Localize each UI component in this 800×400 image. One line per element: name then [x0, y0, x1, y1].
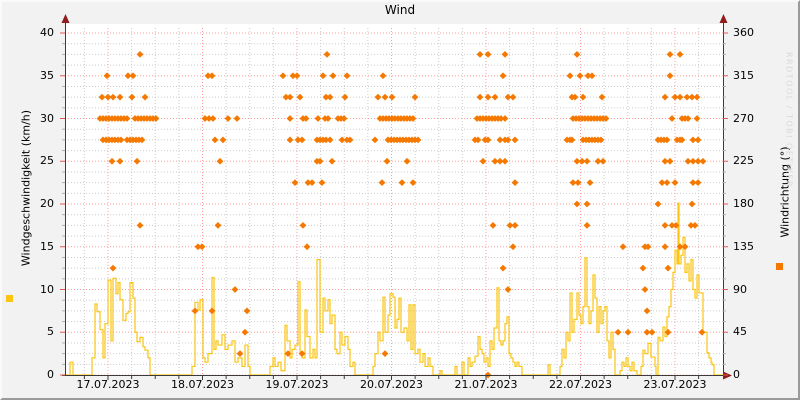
left-axis-tick-label: 40	[40, 26, 54, 39]
left-axis-tick-label: 15	[40, 239, 54, 253]
left-axis-tick-label: 35	[40, 68, 54, 82]
right-axis-tick-label: 180	[733, 197, 754, 210]
right-axis-tick-label: 135	[733, 239, 754, 253]
right-axis-tick-label: 360	[733, 26, 754, 39]
left-axis-tick-label: 30	[40, 111, 54, 125]
x-axis-date-label: 17.07.2023	[76, 378, 140, 391]
x-axis-date-label: 18.07.2023	[171, 378, 234, 391]
left-axis-tick-label: 25	[40, 154, 54, 168]
x-axis-date-label: 19.07.2023	[265, 378, 329, 391]
watermark: RRDTOOL / TOBI OETIKER	[784, 51, 794, 189]
right-axis-tick-label: 270	[733, 111, 754, 125]
direction-legend-swatch	[776, 263, 783, 270]
x-axis-date-label: 22.07.2023	[549, 378, 612, 391]
right-axis-tick-label: 45	[733, 325, 747, 339]
right-axis-tick-label: 90	[733, 282, 747, 296]
plot-background	[65, 24, 723, 375]
left-axis-tick-label: 0	[47, 368, 54, 381]
x-axis-date-label: 20.07.2023	[360, 378, 423, 391]
x-axis-date-label: 23.07.2023	[643, 378, 707, 391]
wind-chart: Wind Windgeschwindigkeit (km/h) Windrich…	[0, 0, 800, 400]
left-axis-tick-label: 20	[40, 197, 54, 210]
right-axis-tick-label: 0	[733, 368, 740, 381]
x-axis-date-label: 21.07.2023	[454, 378, 518, 391]
right-axis-tick-label: 225	[733, 154, 754, 168]
chart-title: Wind	[384, 3, 416, 17]
speed-legend-swatch	[6, 295, 13, 302]
plot-area	[60, 14, 732, 380]
left-axis-tick-label: 10	[40, 282, 54, 296]
right-axis-tick-label: 315	[733, 68, 754, 82]
left-axis-tick-label: 5	[47, 325, 54, 339]
